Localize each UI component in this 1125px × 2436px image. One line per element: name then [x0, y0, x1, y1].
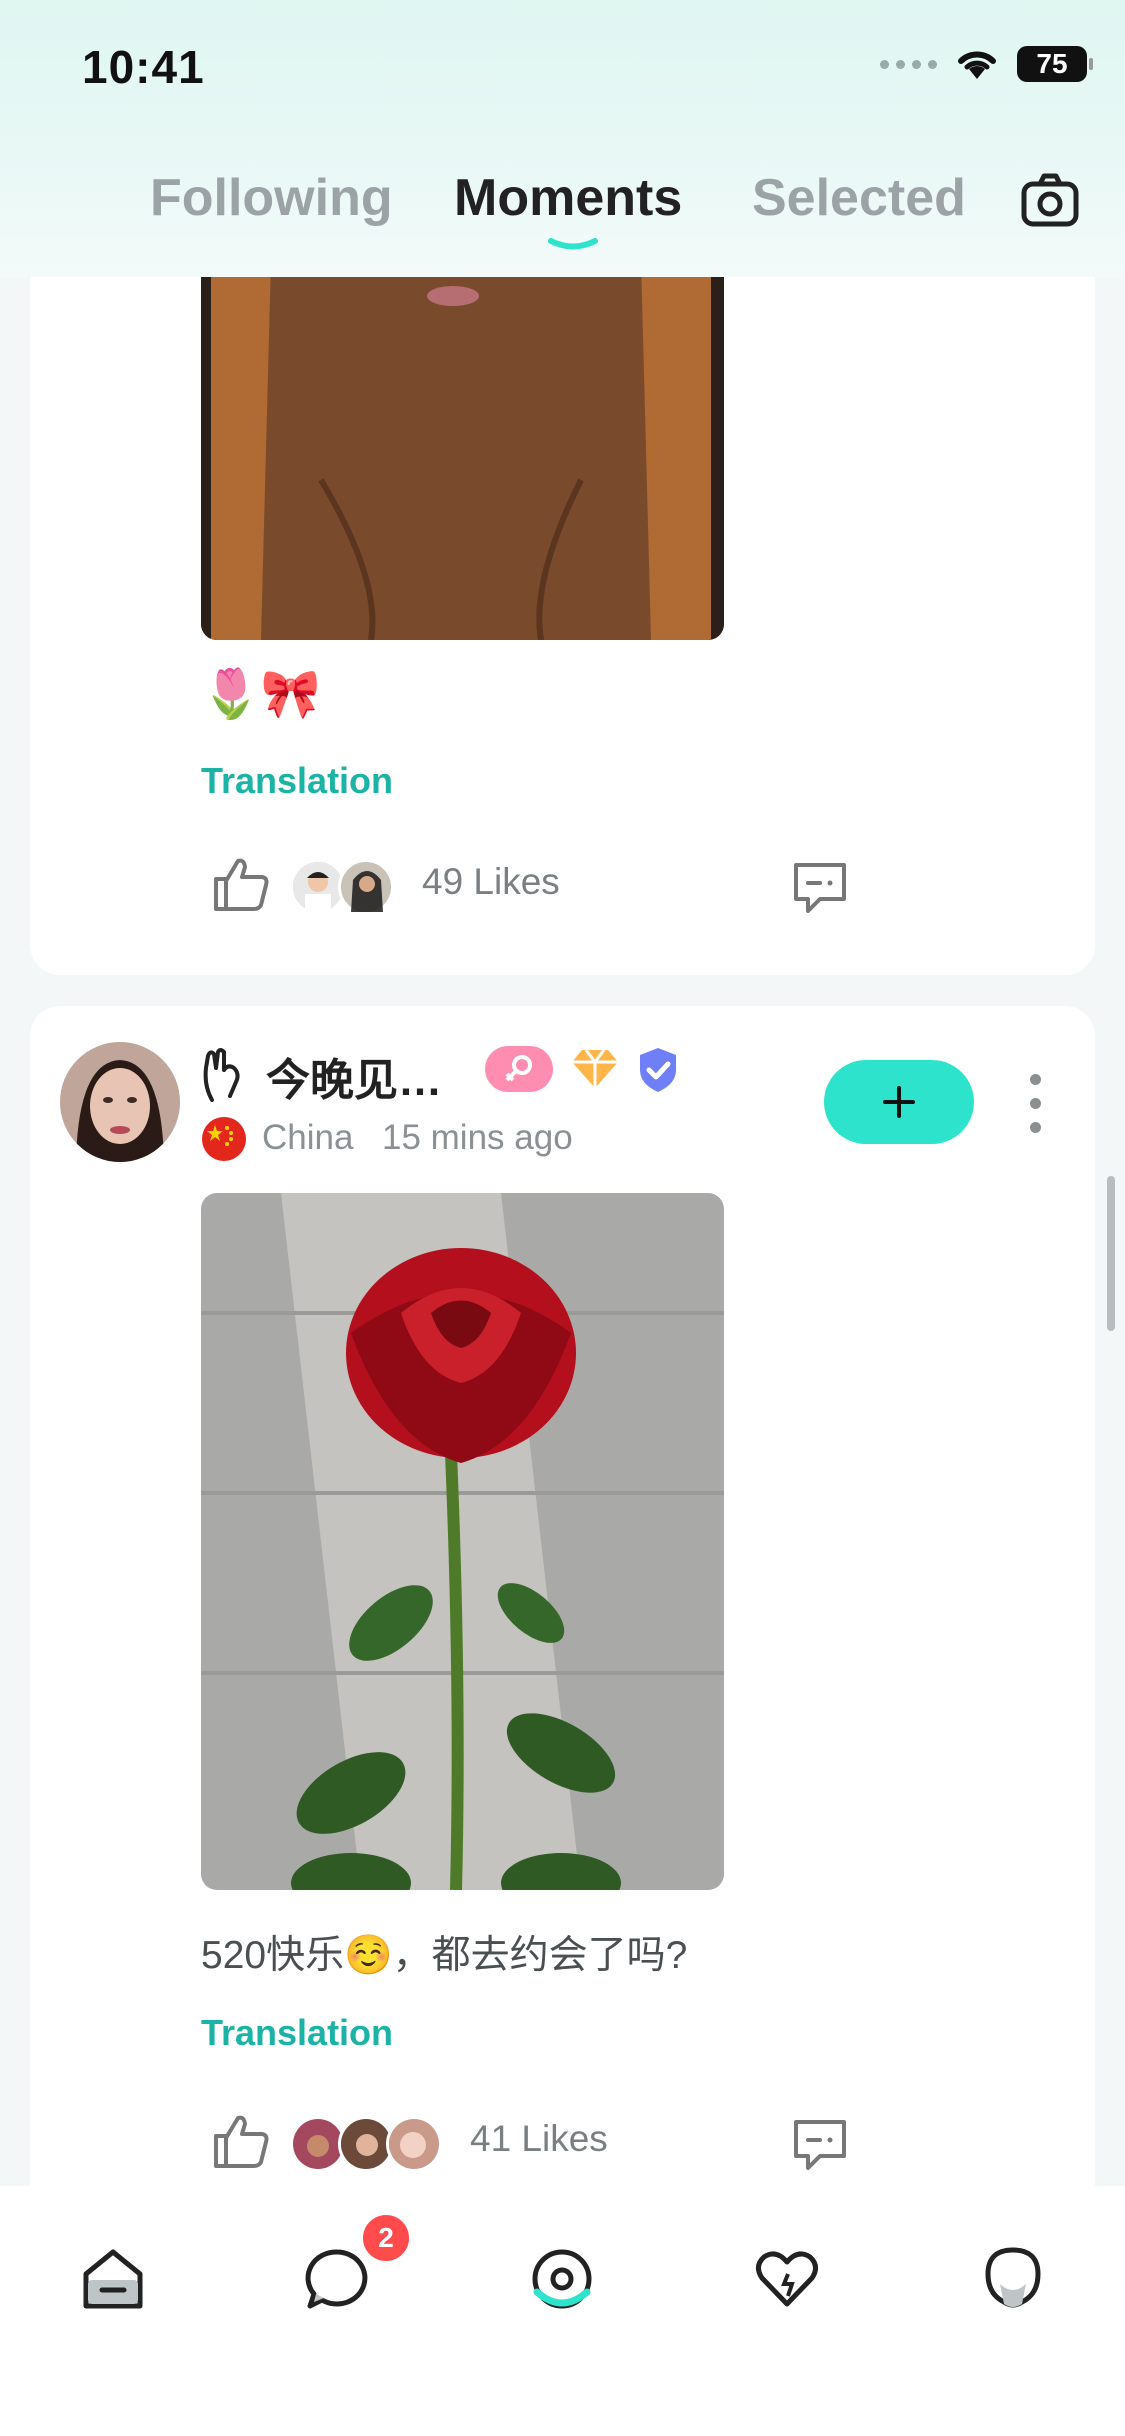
post-image[interactable]: [201, 260, 724, 640]
post-actions: 49 Likes: [30, 847, 1095, 917]
avatar[interactable]: [60, 1042, 180, 1162]
more-icon[interactable]: [1030, 1074, 1042, 1146]
battery-level: 75: [1036, 48, 1068, 79]
comment-icon[interactable]: [790, 2116, 850, 2172]
post-card: 今晚见… China 15 mins ago 520快乐☺️，都去约会了吗? T…: [30, 1006, 1095, 2256]
post-actions: 41 Likes: [30, 2104, 1095, 2174]
flag-icon: [202, 1117, 246, 1161]
tab-selected[interactable]: Selected: [752, 168, 966, 228]
post-text: 520快乐☺️，都去约会了吗?: [201, 1934, 688, 1977]
profile-icon[interactable]: [978, 2244, 1048, 2314]
likes-count[interactable]: 41 Likes: [470, 2118, 608, 2160]
tab-following[interactable]: Following: [150, 168, 393, 228]
verified-icon: [640, 1048, 676, 1092]
comment-icon[interactable]: [790, 859, 850, 915]
tab-moments[interactable]: Moments: [454, 168, 682, 228]
bottom-tab-bar: 2: [0, 2186, 1125, 2436]
likes-count[interactable]: 49 Likes: [422, 861, 560, 903]
avatar-photo: [60, 1042, 180, 1162]
like-icon[interactable]: [212, 2112, 270, 2170]
translation-link[interactable]: Translation: [201, 2012, 393, 2054]
messages-badge: 2: [360, 2212, 412, 2264]
moments-icon[interactable]: [527, 2244, 597, 2314]
scrollbar[interactable]: [1107, 1176, 1115, 1331]
heart-icon[interactable]: [752, 2244, 822, 2314]
home-icon[interactable]: [78, 2244, 148, 2314]
status-indicators: 75: [880, 46, 1093, 82]
chat-icon[interactable]: [302, 2244, 372, 2314]
feed-tabs: Following Moments Selected: [0, 168, 1125, 238]
username[interactable]: 今晚见…: [266, 1044, 442, 1108]
camera-icon[interactable]: [1020, 172, 1080, 228]
active-tab-indicator: [548, 238, 598, 250]
post-image[interactable]: [201, 1193, 724, 1890]
plus-icon: [883, 1086, 915, 1118]
top-header: 10:41 75 Following Moments Selected: [0, 0, 1125, 277]
liker-avatar[interactable]: [386, 2116, 442, 2172]
post-emoji: 🌷🎀: [201, 668, 321, 721]
wifi-icon: [958, 51, 996, 79]
post-photo: [201, 1193, 724, 1890]
diamond-icon: [572, 1049, 618, 1088]
status-time: 10:41: [82, 41, 205, 93]
battery-icon: 75: [1017, 46, 1093, 82]
post-country: China: [262, 1118, 354, 1157]
signal-icon: [880, 59, 937, 69]
like-icon[interactable]: [212, 855, 270, 913]
translation-link[interactable]: Translation: [201, 760, 393, 802]
post-photo: [201, 260, 724, 640]
follow-button[interactable]: [824, 1060, 974, 1144]
post-time: 15 mins ago: [382, 1118, 573, 1157]
wave-icon[interactable]: [200, 1046, 250, 1102]
female-icon: [485, 1046, 553, 1092]
liker-avatar[interactable]: [338, 859, 394, 915]
